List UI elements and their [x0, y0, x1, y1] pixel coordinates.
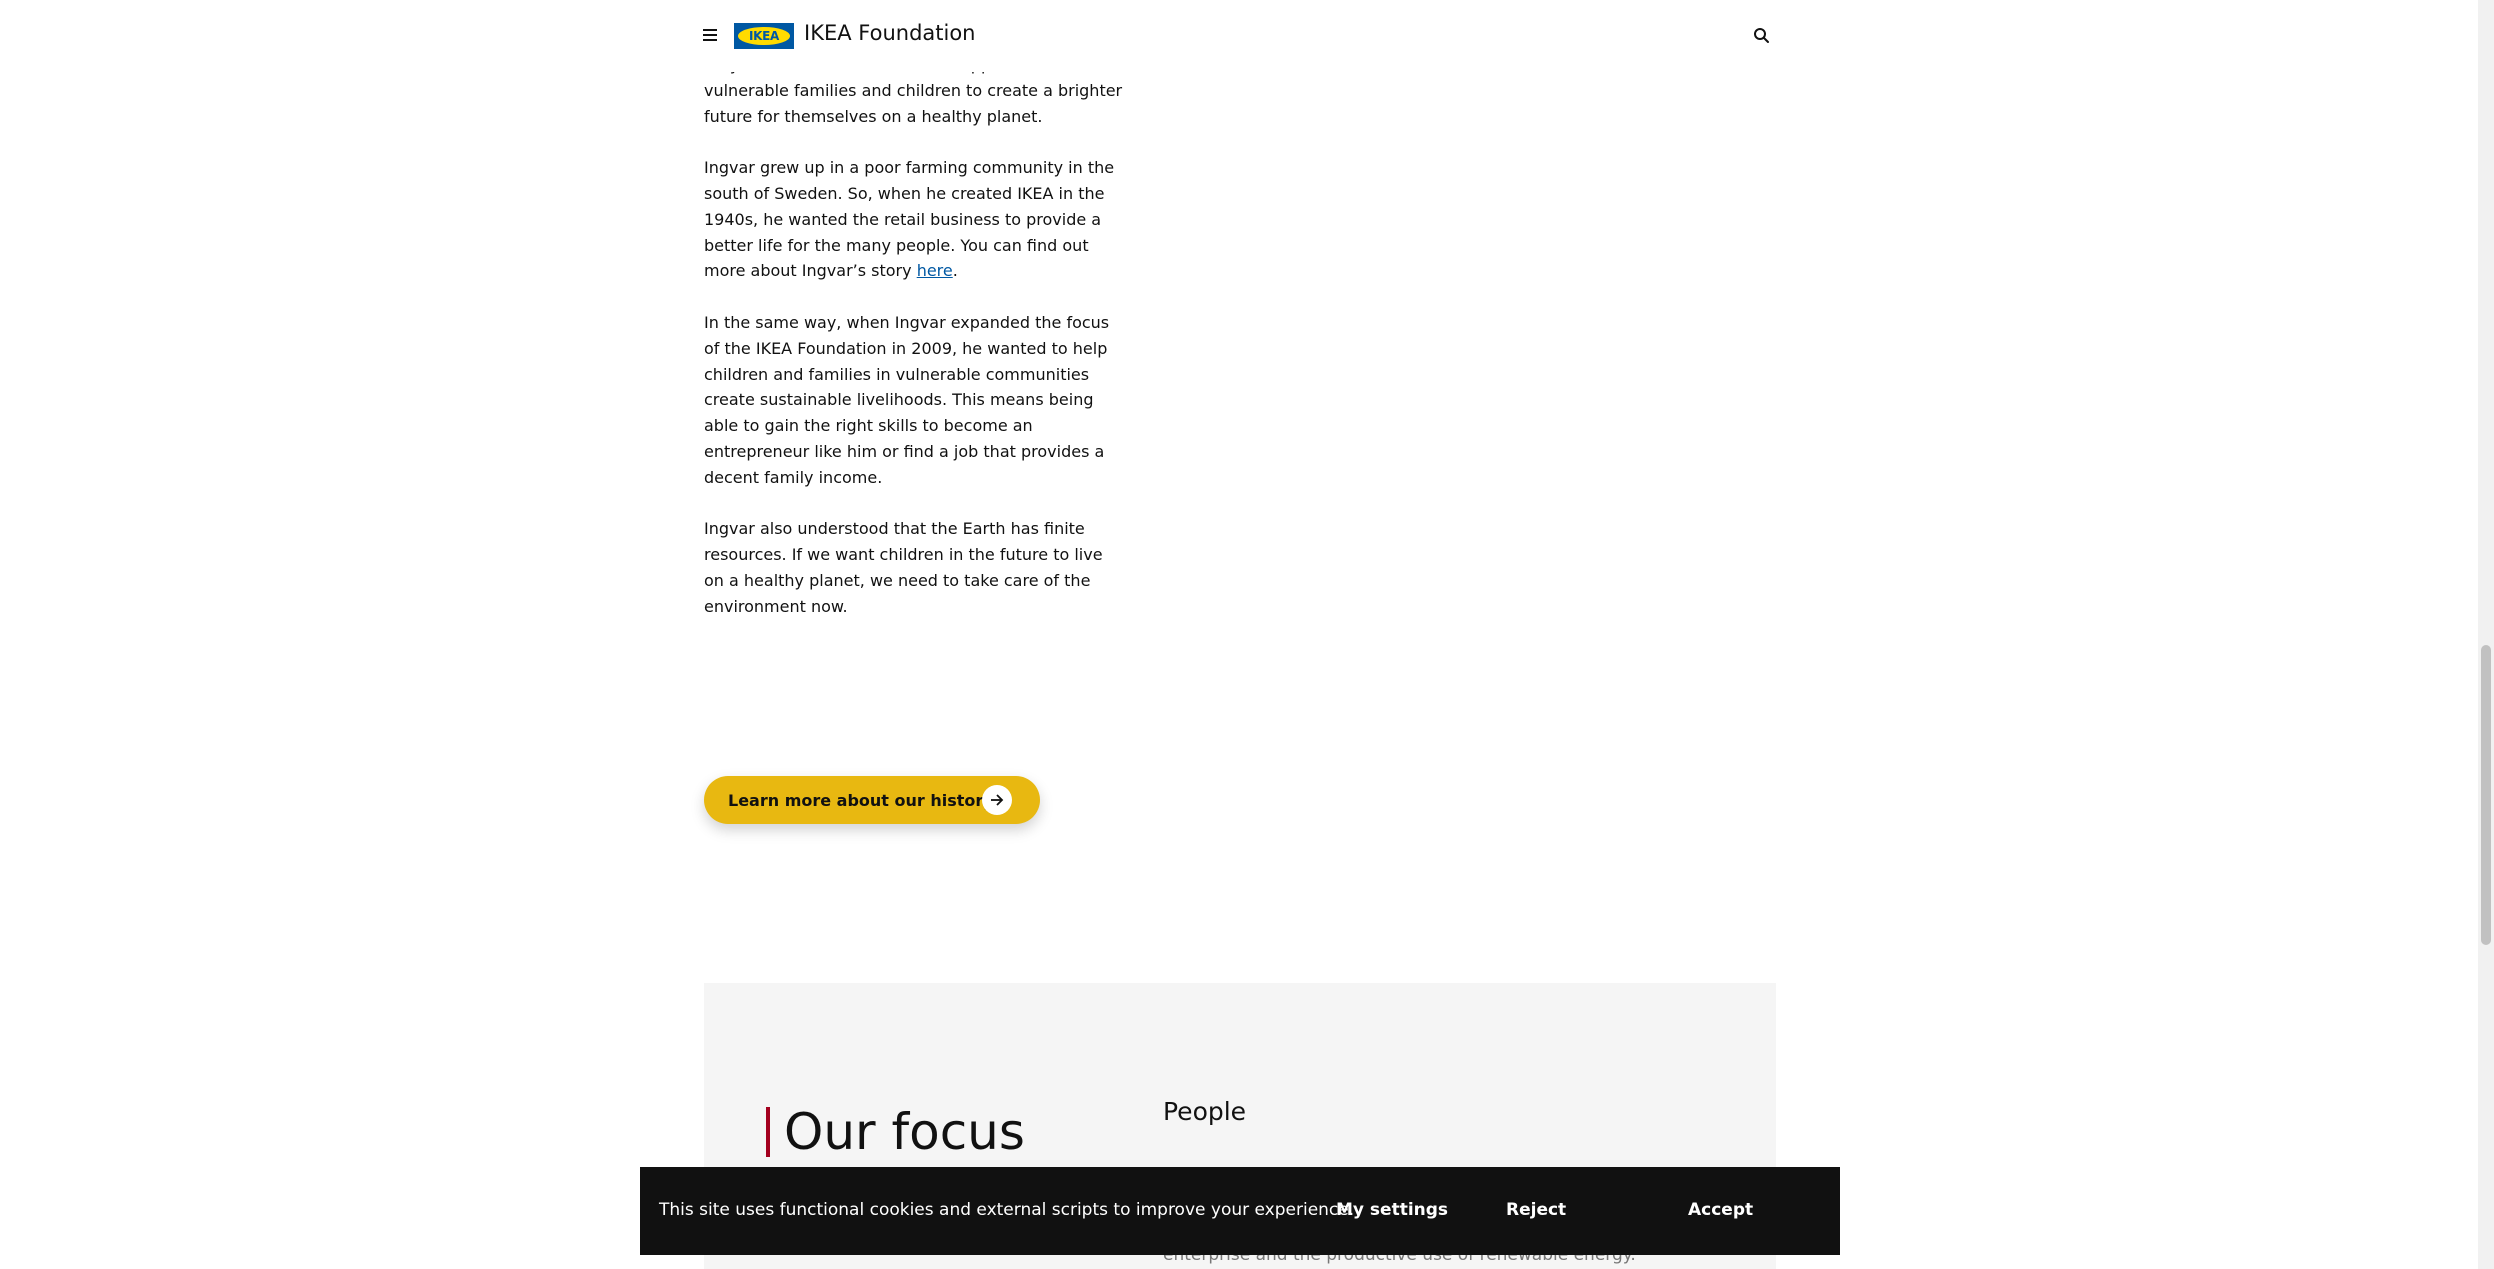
- vertical-scrollbar[interactable]: [2478, 0, 2494, 1269]
- paragraph-3: In the same way, when Ingvar expanded th…: [704, 312, 1110, 487]
- search-icon[interactable]: [1750, 24, 1774, 48]
- learn-more-history-label: Learn more about our history: [728, 790, 994, 810]
- people-subheading: People: [1163, 1097, 1247, 1126]
- accept-button[interactable]: Accept: [1688, 1200, 1753, 1220]
- paragraph-4: Ingvar also understood that the Earth ha…: [704, 519, 1103, 616]
- site-title[interactable]: IKEA Foundation: [804, 21, 976, 45]
- ikea-logo[interactable]: IKEA: [734, 23, 794, 49]
- hamburger-menu-icon[interactable]: [700, 24, 722, 46]
- arrow-right-icon: [982, 785, 1012, 815]
- site-header: IKEA IKEA Foundation: [0, 0, 2478, 72]
- ingvar-story-link[interactable]: here: [917, 261, 953, 280]
- learn-more-history-button[interactable]: Learn more about our history: [704, 776, 1040, 824]
- paragraph-2-text: Ingvar grew up in a poor farming communi…: [704, 158, 1115, 281]
- my-settings-button[interactable]: My settings: [1336, 1200, 1448, 1220]
- article-body: very clear. He wanted to create opportun…: [704, 52, 1124, 645]
- cookie-message: This site uses functional cookies and ex…: [659, 1200, 1355, 1220]
- paragraph-2-end: .: [952, 261, 958, 281]
- scrollbar-thumb[interactable]: [2481, 645, 2491, 945]
- cookie-banner: This site uses functional cookies and ex…: [640, 1167, 1840, 1255]
- logo-text: IKEA: [738, 27, 790, 45]
- reject-button[interactable]: Reject: [1506, 1200, 1566, 1220]
- our-focus-heading: Our focus: [766, 1107, 1025, 1157]
- paragraph-2: Ingvar grew up in a poor farming communi…: [704, 155, 1124, 284]
